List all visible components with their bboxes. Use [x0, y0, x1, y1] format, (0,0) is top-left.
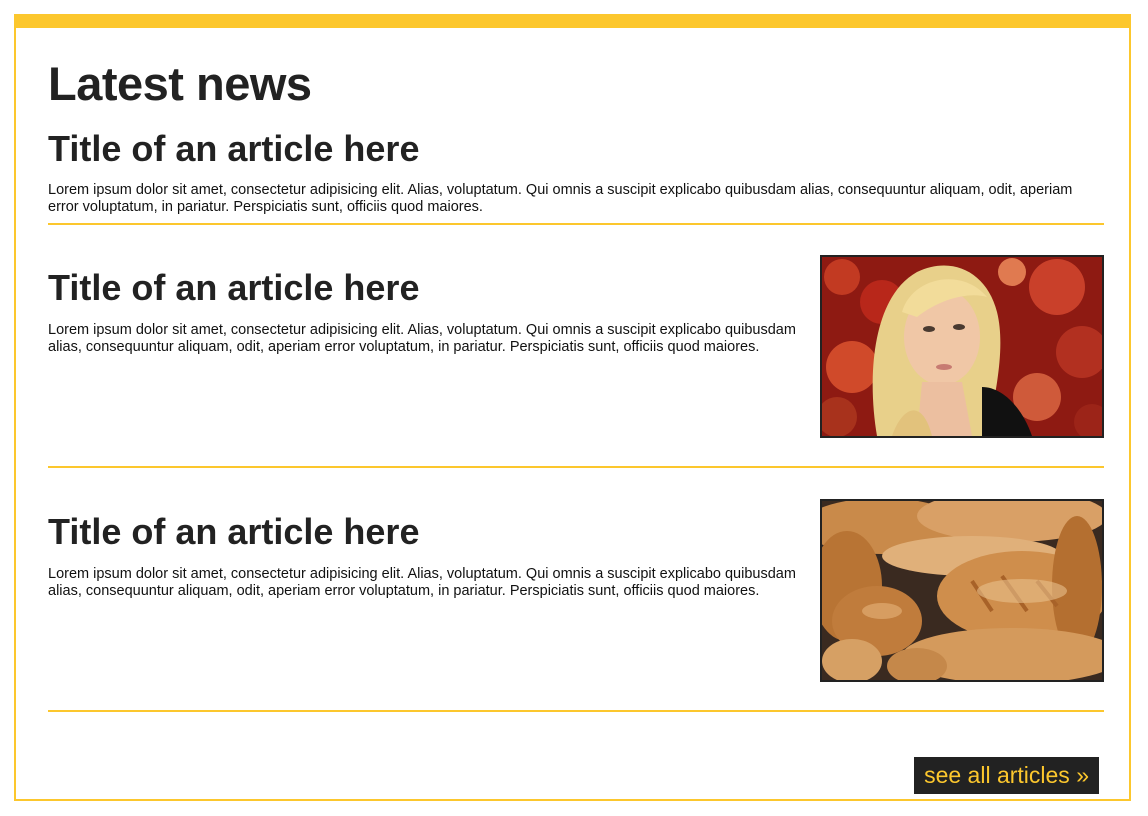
article-body: Lorem ipsum dolor sit amet, consectetur …: [48, 566, 796, 599]
article-divider: [48, 223, 1104, 225]
article-1: Title of an article here Lorem ipsum dol…: [48, 128, 1104, 228]
bread-loaves-photo-icon: [822, 501, 1102, 680]
article-title[interactable]: Title of an article here: [48, 267, 419, 309]
see-all-articles-button[interactable]: see all articles »: [914, 757, 1099, 794]
article-divider: [48, 466, 1104, 468]
article-body: Lorem ipsum dolor sit amet, consectetur …: [48, 182, 1073, 215]
article-image-bread[interactable]: [820, 499, 1104, 682]
article-body: Lorem ipsum dolor sit amet, consectetur …: [48, 322, 796, 355]
article-2: Title of an article here Lorem ipsum dol…: [48, 255, 1104, 440]
woman-portrait-photo-icon: [822, 257, 1102, 436]
news-panel: Latest news Title of an article here Lor…: [14, 14, 1131, 801]
article-image-woman[interactable]: [820, 255, 1104, 438]
article-3: Title of an article here Lorem ipsum dol…: [48, 499, 1104, 684]
article-divider: [48, 710, 1104, 712]
page-title: Latest news: [48, 57, 312, 110]
article-title[interactable]: Title of an article here: [48, 128, 419, 170]
article-title[interactable]: Title of an article here: [48, 511, 419, 553]
